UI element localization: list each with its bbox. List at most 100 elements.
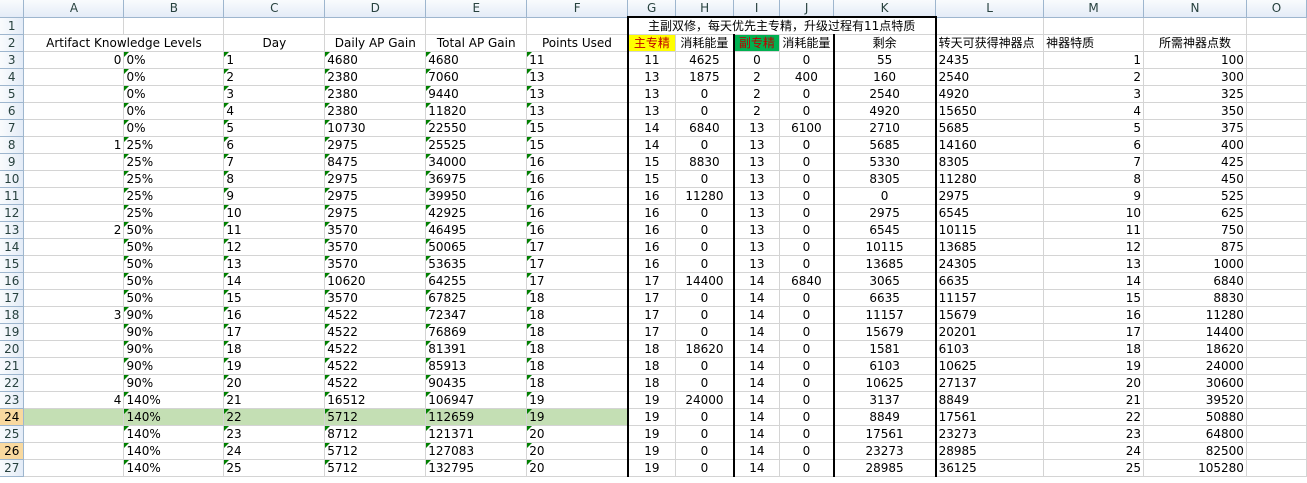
cell-k[interactable]: 6635 bbox=[832, 289, 937, 307]
cell-c[interactable]: 8 bbox=[223, 170, 326, 188]
cell-f[interactable]: 13 bbox=[526, 68, 629, 86]
row-header[interactable]: 1 bbox=[0, 17, 25, 35]
cell-c[interactable]: 24 bbox=[223, 442, 326, 460]
cell-f[interactable]: 19 bbox=[526, 391, 629, 409]
cell-h[interactable]: 0 bbox=[675, 136, 735, 154]
row-header[interactable]: 15 bbox=[0, 255, 25, 273]
cell-d[interactable]: 10730 bbox=[324, 119, 427, 137]
cell-e[interactable]: 22550 bbox=[425, 119, 528, 137]
cell-g[interactable]: 19 bbox=[626, 442, 677, 460]
cell-e[interactable]: 46495 bbox=[425, 221, 528, 239]
cell-m[interactable]: 2 bbox=[1043, 68, 1144, 86]
cell-n[interactable]: 1000 bbox=[1143, 255, 1247, 273]
cell-n[interactable]: 14400 bbox=[1143, 323, 1247, 341]
cell-a[interactable]: 4 bbox=[23, 391, 125, 409]
cell-a[interactable]: 2 bbox=[23, 221, 125, 239]
cell-d[interactable]: 4522 bbox=[324, 323, 427, 341]
cell-f[interactable]: 18 bbox=[526, 340, 629, 358]
cell-a[interactable] bbox=[23, 374, 125, 392]
cell-i[interactable]: 0 bbox=[732, 51, 781, 69]
cell-i[interactable]: 14 bbox=[732, 323, 781, 341]
cell-f[interactable]: 20 bbox=[526, 442, 629, 460]
cell-f[interactable]: 20 bbox=[526, 425, 629, 443]
cell-d[interactable]: 2975 bbox=[324, 187, 427, 205]
cell-f[interactable]: 18 bbox=[526, 289, 629, 307]
cell-g[interactable]: 16 bbox=[626, 187, 677, 205]
cell-f[interactable]: 20 bbox=[526, 459, 629, 477]
row-header[interactable]: 26 bbox=[0, 442, 25, 460]
cell-j[interactable]: 0 bbox=[779, 51, 835, 69]
cell-i[interactable]: 13 bbox=[732, 153, 781, 171]
cell-i[interactable]: 13 bbox=[732, 204, 781, 222]
cell-b[interactable]: 90% bbox=[123, 357, 225, 375]
cell-f[interactable]: 15 bbox=[526, 136, 629, 154]
cell-n[interactable]: 50880 bbox=[1143, 408, 1247, 426]
cell-f[interactable]: 15 bbox=[526, 119, 629, 137]
header-required-points[interactable]: 所需神器点数 bbox=[1143, 34, 1247, 52]
header-traits[interactable]: 神器特质 bbox=[1043, 34, 1144, 52]
cell-k[interactable]: 0 bbox=[832, 187, 937, 205]
row-header[interactable]: 16 bbox=[0, 272, 25, 290]
cell-c[interactable]: 18 bbox=[223, 340, 326, 358]
cell-o[interactable] bbox=[1246, 85, 1307, 103]
cell-d[interactable]: 3570 bbox=[324, 221, 427, 239]
cell-e[interactable]: 42925 bbox=[425, 204, 528, 222]
row-header[interactable]: 27 bbox=[0, 459, 25, 477]
cell-g[interactable]: 19 bbox=[626, 425, 677, 443]
cell-h[interactable]: 0 bbox=[675, 102, 735, 120]
cell-a[interactable]: 1 bbox=[23, 136, 125, 154]
cell-a[interactable]: 0 bbox=[23, 51, 125, 69]
cell-d[interactable]: 3570 bbox=[324, 255, 427, 273]
cell-d[interactable]: 8712 bbox=[324, 425, 427, 443]
cell-o[interactable] bbox=[1246, 153, 1307, 171]
row-header[interactable]: 11 bbox=[0, 187, 25, 205]
column-header[interactable]: O bbox=[1246, 0, 1307, 18]
cell-l[interactable]: 20201 bbox=[935, 323, 1045, 341]
cell-n[interactable]: 8830 bbox=[1143, 289, 1247, 307]
cell-g[interactable]: 14 bbox=[626, 136, 677, 154]
cell-h[interactable]: 0 bbox=[675, 255, 735, 273]
cell-b[interactable]: 50% bbox=[123, 238, 225, 256]
row-header[interactable]: 13 bbox=[0, 221, 25, 239]
cell-h[interactable]: 1875 bbox=[675, 68, 735, 86]
cell-k[interactable]: 17561 bbox=[832, 425, 937, 443]
cell-a[interactable] bbox=[23, 153, 125, 171]
cell-b[interactable]: 0% bbox=[123, 119, 225, 137]
cell-l[interactable]: 2435 bbox=[935, 51, 1045, 69]
cell-j[interactable]: 400 bbox=[779, 68, 835, 86]
cell-i[interactable]: 14 bbox=[732, 289, 781, 307]
cell-a[interactable] bbox=[23, 459, 125, 477]
cell-b[interactable]: 140% bbox=[123, 391, 225, 409]
cell-b[interactable]: 25% bbox=[123, 187, 225, 205]
cell-j[interactable]: 6840 bbox=[779, 272, 835, 290]
cell-k[interactable]: 23273 bbox=[832, 442, 937, 460]
cell-e[interactable]: 106947 bbox=[425, 391, 528, 409]
cell-e[interactable]: 132795 bbox=[425, 459, 528, 477]
cell-j[interactable]: 0 bbox=[779, 323, 835, 341]
cell-n[interactable]: 525 bbox=[1143, 187, 1247, 205]
cell-l[interactable]: 11157 bbox=[935, 289, 1045, 307]
cell-f[interactable]: 17 bbox=[526, 255, 629, 273]
cell-n[interactable]: 100 bbox=[1143, 51, 1247, 69]
cell-j[interactable]: 0 bbox=[779, 136, 835, 154]
cell-d[interactable]: 3570 bbox=[324, 289, 427, 307]
cell-b[interactable]: 140% bbox=[123, 442, 225, 460]
cell-o[interactable] bbox=[1246, 340, 1307, 358]
cell-a[interactable] bbox=[23, 85, 125, 103]
cell-h[interactable]: 0 bbox=[675, 408, 735, 426]
cell-c[interactable]: 23 bbox=[223, 425, 326, 443]
cell-g[interactable]: 11 bbox=[626, 51, 677, 69]
cell-a[interactable] bbox=[23, 408, 125, 426]
cell-g[interactable]: 19 bbox=[626, 459, 677, 477]
cell-c[interactable]: 14 bbox=[223, 272, 326, 290]
cell-g[interactable]: 19 bbox=[626, 391, 677, 409]
cell-g[interactable]: 18 bbox=[626, 340, 677, 358]
cell-f[interactable]: 18 bbox=[526, 306, 629, 324]
cell-i[interactable]: 14 bbox=[732, 459, 781, 477]
cell-k[interactable]: 55 bbox=[832, 51, 937, 69]
cell-o[interactable] bbox=[1246, 323, 1307, 341]
cell-e[interactable]: 50065 bbox=[425, 238, 528, 256]
cell-h[interactable]: 8830 bbox=[675, 153, 735, 171]
cell-g[interactable]: 15 bbox=[626, 153, 677, 171]
cell-e[interactable]: 7060 bbox=[425, 68, 528, 86]
